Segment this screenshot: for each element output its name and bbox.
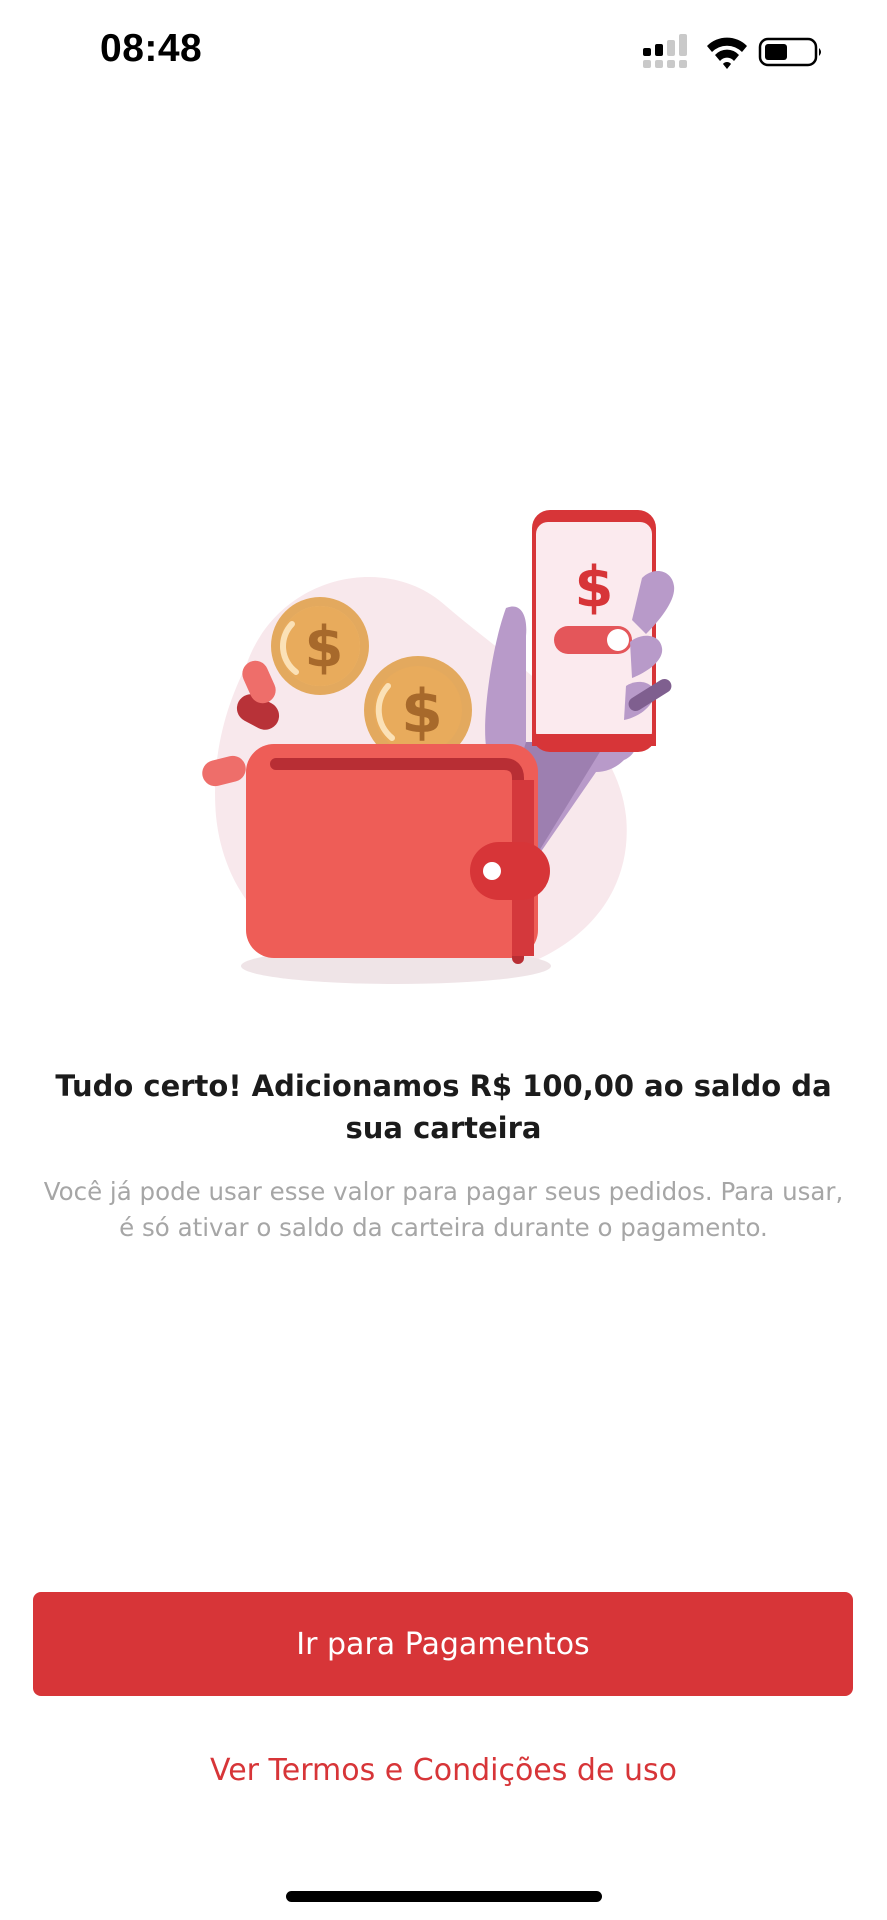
status-icons xyxy=(643,34,821,69)
svg-text:$: $ xyxy=(401,677,443,747)
success-description: Você já pode usar esse valor para pagar … xyxy=(43,1177,844,1242)
wallet-illustration: $ $ $ xyxy=(202,510,675,984)
svg-text:$: $ xyxy=(305,615,344,680)
battery-icon xyxy=(758,37,821,67)
cellular-signal-icon xyxy=(643,34,687,68)
status-bar: 08:48 xyxy=(0,0,887,104)
status-time: 08:48 xyxy=(100,27,203,70)
home-indicator[interactable] xyxy=(286,1891,602,1902)
wifi-icon xyxy=(707,37,747,69)
phone-dollar-icon: $ xyxy=(575,555,614,620)
coin-1: $ xyxy=(271,597,369,695)
success-headline: Tudo certo! Adicionamos R$ 100,00 ao sal… xyxy=(55,1069,832,1145)
wallet-clasp xyxy=(470,842,550,900)
go-to-payments-button[interactable]: Ir para Pagamentos xyxy=(33,1592,853,1696)
terms-and-conditions-link[interactable]: Ver Termos e Condições de uso xyxy=(0,1750,887,1792)
